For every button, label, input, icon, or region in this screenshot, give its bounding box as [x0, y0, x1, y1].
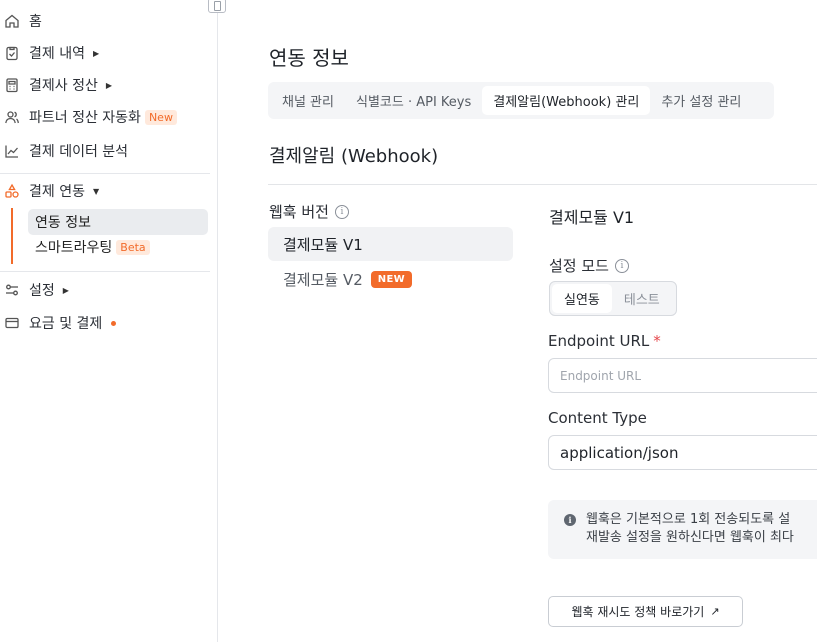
external-link-icon: ↗ [710, 605, 720, 618]
home-icon [4, 13, 20, 29]
notice-line-2: 재발송 설정을 원하신다면 웹훅이 최다 [586, 530, 794, 545]
users-icon [4, 109, 20, 125]
section-title: 결제알림 (Webhook) [269, 146, 439, 167]
sidebar-collapse-icon[interactable] [208, 0, 226, 13]
sidebar-item-partner-settlement[interactable]: 파트너 정산 자동화 New [0, 104, 177, 130]
tab-additional-settings[interactable]: 추가 설정 관리 [650, 86, 752, 115]
chevron-down-icon: ▼ [92, 186, 100, 196]
tab-webhook-management[interactable]: 결제알림(Webhook) 관리 [482, 86, 651, 115]
content-type-label: Content Type [548, 409, 647, 427]
tab-channel-management[interactable]: 채널 관리 [271, 86, 345, 115]
endpoint-label-row: Endpoint URL * [548, 332, 661, 350]
version-item-v1[interactable]: 결제모듈 V1 [268, 227, 513, 261]
mode-label: 설정 모드 [549, 257, 609, 275]
required-marker: * [653, 332, 661, 350]
version-label-v1: 결제모듈 V1 [283, 235, 363, 254]
content-type-field[interactable]: application/json [548, 435, 817, 470]
content-type-value: application/json [560, 443, 679, 462]
notice-box: i 웹훅은 기본적으로 1회 전송되도록 설 재발송 설정을 원하신다면 웹훅이… [548, 500, 817, 559]
tab-api-keys[interactable]: 식별코드 · API Keys [345, 86, 482, 115]
endpoint-label: Endpoint URL [548, 332, 650, 350]
sidebar-subitem-label: 스마트라우팅 [35, 240, 113, 256]
settings-sliders-icon [4, 282, 20, 298]
sidebar-item-settings[interactable]: 설정 ▶ [0, 277, 69, 303]
sidebar-subitem-integration-info[interactable]: 연동 정보 [28, 209, 208, 235]
endpoint-url-placeholder: Endpoint URL [560, 368, 642, 383]
sidebar-item-billing[interactable]: 요금 및 결제 [0, 310, 117, 336]
beta-badge: Beta [116, 239, 150, 255]
mode-option-live[interactable]: 실연동 [552, 284, 612, 313]
section-divider [268, 184, 817, 185]
notice-line-1: 웹훅은 기본적으로 1회 전송되도록 설 [586, 512, 791, 527]
sidebar-item-label: 결제 연동 [29, 184, 85, 200]
mode-label-row: 설정 모드 i [549, 255, 629, 276]
submenu-indicator [11, 208, 13, 264]
policy-button-label: 웹훅 재시도 정책 바로가기 [571, 605, 705, 619]
sidebar-divider [0, 271, 210, 272]
page-title: 연동 정보 [269, 46, 349, 70]
chevron-right-icon: ▶ [92, 48, 100, 58]
info-icon[interactable]: i [614, 258, 629, 273]
info-icon[interactable]: i [334, 204, 349, 219]
sidebar-subitem-label: 연동 정보 [35, 215, 91, 231]
sidebar-item-label: 결제 데이터 분석 [29, 144, 129, 160]
version-label-v2: 결제모듈 V2 [283, 270, 363, 289]
sidebar-item-label: 파트너 정산 자동화 [29, 110, 141, 126]
sidebar: 홈 결제 내역 ▶ 결제사 정산 ▶ 파트너 정산 자동화 New 결제 데이터… [0, 0, 226, 642]
sidebar-item-pg-settlement[interactable]: 결제사 정산 ▶ [0, 72, 112, 98]
new-badge: NEW [370, 270, 412, 288]
webhook-retry-policy-button[interactable]: 웹훅 재시도 정책 바로가기 ↗ [548, 596, 743, 627]
content-type-label-row: Content Type [548, 409, 647, 427]
chevron-right-icon: ▶ [62, 285, 69, 295]
sidebar-item-payment-history[interactable]: 결제 내역 ▶ [0, 40, 99, 66]
notification-dot [111, 320, 117, 326]
clipboard-check-icon [4, 45, 20, 61]
tab-bar: 채널 관리 식별코드 · API Keys 결제알림(Webhook) 관리 추… [268, 82, 774, 119]
mode-option-test[interactable]: 테스트 [612, 284, 672, 313]
notice-text: 웹훅은 기본적으로 1회 전송되도록 설 재발송 설정을 원하신다면 웹훅이 최… [586, 511, 794, 547]
info-filled-icon: i [564, 514, 576, 526]
sidebar-divider [0, 173, 210, 174]
calculator-icon [4, 77, 20, 93]
sidebar-item-label: 요금 및 결제 [29, 316, 103, 332]
version-label-row: 웹훅 버전 i [269, 201, 349, 222]
detail-title: 결제모듈 V1 [549, 208, 635, 227]
chevron-right-icon: ▶ [105, 80, 113, 90]
integration-shapes-icon [4, 183, 20, 199]
sidebar-item-label: 설정 [29, 283, 55, 299]
sidebar-item-label: 홈 [29, 14, 42, 30]
new-badge: New [144, 109, 177, 125]
endpoint-url-input[interactable]: Endpoint URL [548, 358, 817, 393]
version-item-v2[interactable]: 결제모듈 V2 NEW [268, 262, 513, 296]
sidebar-item-integration[interactable]: 결제 연동 ▼ [0, 178, 99, 204]
sidebar-item-analytics[interactable]: 결제 데이터 분석 [0, 138, 128, 164]
sidebar-item-label: 결제사 정산 [29, 78, 98, 94]
line-chart-icon [4, 143, 20, 159]
sidebar-subitem-smart-routing[interactable]: 스마트라우팅 Beta [28, 234, 208, 260]
credit-card-icon [4, 315, 20, 331]
version-label: 웹훅 버전 [269, 203, 329, 221]
mode-segmented-control: 실연동 테스트 [549, 281, 677, 316]
sidebar-item-label: 결제 내역 [29, 46, 85, 62]
sidebar-item-home[interactable]: 홈 [0, 8, 42, 34]
